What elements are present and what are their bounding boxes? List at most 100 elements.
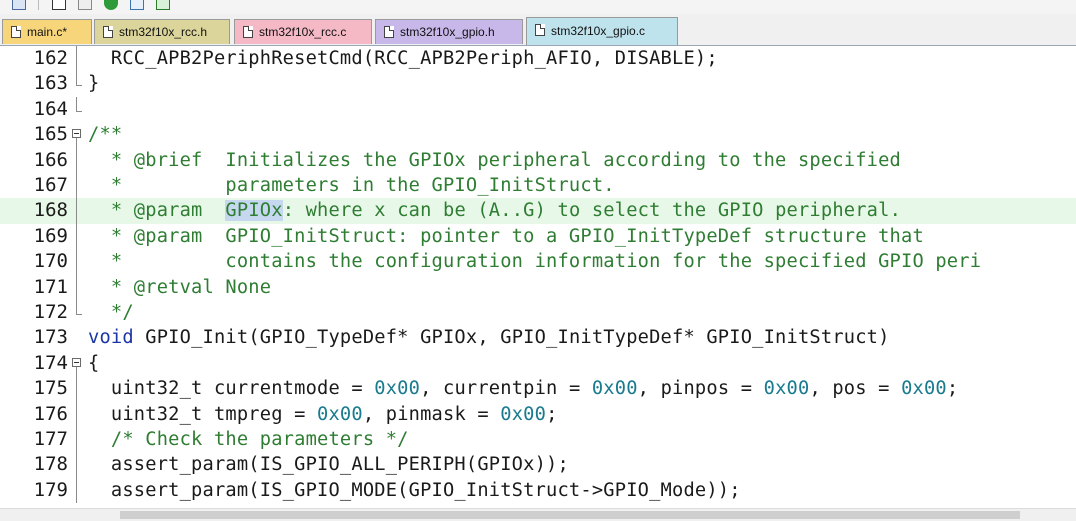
- fold-gutter: [72, 223, 84, 250]
- code-line[interactable]: 179 assert_param(IS_GPIO_MODE(GPIO_InitS…: [0, 477, 1076, 504]
- number-literal: 0x00: [591, 378, 638, 400]
- tab-stm32f10x-rcc-c[interactable]: stm32f10x_rcc.c: [234, 19, 372, 44]
- code-line[interactable]: 175 uint32_t currentmode = 0x00, current…: [0, 376, 1076, 402]
- toolbar-check-icon[interactable]: [156, 0, 170, 10]
- code-segment: ;: [946, 378, 959, 400]
- code-editor[interactable]: 162 RCC_APB2PeriphResetCmd(RCC_APB2Perip…: [0, 46, 1076, 520]
- fold-collapse-button[interactable]: [72, 351, 84, 377]
- fold-gutter: [72, 147, 84, 173]
- code-segment: uint32_t currentmode =: [88, 378, 375, 400]
- file-icon: [535, 24, 545, 36]
- fold-gutter: [72, 274, 84, 300]
- line-number: 178: [33, 453, 68, 476]
- code-text: * @param GPIO_InitStruct: pointer to a G…: [88, 225, 924, 247]
- code-text: }: [88, 73, 100, 95]
- code-line[interactable]: 169 * @param GPIO_InitStruct: pointer to…: [0, 223, 1076, 250]
- code-text: * @retval None: [88, 276, 272, 298]
- code-text: /**: [88, 124, 123, 146]
- line-number: 179: [33, 478, 68, 501]
- code-line[interactable]: 177 /* Check the parameters */: [0, 427, 1076, 453]
- code-text: uint32_t tmpreg = 0x00, pinmask = 0x00;: [88, 402, 558, 427]
- fold-gutter: [72, 71, 84, 96]
- tab-label: stm32f10x_gpio.h: [400, 25, 495, 39]
- line-number: 163: [33, 72, 68, 95]
- line-number: 165: [33, 123, 68, 146]
- fold-gutter: [72, 427, 84, 453]
- code-line[interactable]: 166 * @brief Initializes the GPIOx perip…: [0, 147, 1076, 173]
- tab-label: main.c*: [27, 25, 68, 39]
- line-number: 164: [33, 97, 68, 120]
- keyword: void: [88, 327, 134, 349]
- code-line[interactable]: 171 * @retval None: [0, 274, 1076, 300]
- toolbar-layout-icon[interactable]: [78, 0, 92, 10]
- tab-label: stm32f10x_rcc.h: [119, 25, 208, 39]
- file-icon: [243, 26, 253, 38]
- file-tab-bar: main.c* stm32f10x_rcc.h stm32f10x_rcc.c …: [0, 14, 1076, 46]
- minus-icon[interactable]: [72, 129, 81, 139]
- tab-main-c[interactable]: main.c*: [2, 19, 92, 44]
- code-text-rest: GPIO_Init(GPIO_TypeDef* GPIOx, GPIO_Init…: [133, 327, 890, 349]
- code-line[interactable]: 178 assert_param(IS_GPIO_ALL_PERIPH(GPIO…: [0, 452, 1076, 478]
- code-text: * @brief Initializes the GPIOx periphera…: [88, 149, 902, 171]
- tab-stm32f10x-rcc-h[interactable]: stm32f10x_rcc.h: [94, 19, 230, 44]
- fold-gutter: [72, 46, 84, 72]
- line-number: 166: [33, 148, 68, 171]
- fold-gutter: [72, 249, 84, 275]
- number-literal: 0x00: [374, 378, 421, 400]
- code-line[interactable]: 167 * parameters in the GPIO_InitStruct.: [0, 173, 1076, 199]
- selected-text[interactable]: GPIOx: [225, 200, 283, 222]
- fold-gutter: [72, 452, 84, 478]
- code-text: * parameters in the GPIO_InitStruct.: [88, 175, 615, 196]
- line-number: 175: [33, 377, 68, 400]
- line-number: 171: [33, 275, 68, 298]
- code-line[interactable]: 174 {: [0, 351, 1076, 377]
- tab-stm32f10x-gpio-h[interactable]: stm32f10x_gpio.h: [375, 19, 523, 44]
- horizontal-scrollbar[interactable]: [0, 508, 1076, 521]
- code-text-before: * @param: [88, 200, 226, 222]
- file-icon: [384, 26, 394, 38]
- number-literal: 0x00: [500, 403, 547, 425]
- toolbar-download-icon[interactable]: [104, 0, 118, 10]
- code-line-current[interactable]: 168 * @param GPIOx: where x can be (A..G…: [0, 198, 1076, 224]
- code-line[interactable]: 172 */: [0, 300, 1076, 325]
- code-line[interactable]: 165 /**: [0, 122, 1076, 149]
- code-text: /* Check the parameters */: [88, 429, 409, 450]
- code-line[interactable]: 176 uint32_t tmpreg = 0x00, pinmask = 0x…: [0, 401, 1076, 427]
- toolbar-tool-icon[interactable]: [12, 0, 26, 10]
- tab-label: stm32f10x_gpio.c: [551, 24, 646, 38]
- number-literal: 0x00: [763, 378, 810, 400]
- number-literal: 0x00: [317, 403, 363, 425]
- code-segment: , pos =: [809, 378, 902, 400]
- code-segment: , pinpos =: [637, 378, 764, 400]
- line-number: 170: [33, 250, 68, 273]
- code-line[interactable]: 164: [0, 96, 1076, 122]
- fold-gutter: [72, 173, 84, 199]
- line-number: 162: [33, 47, 68, 69]
- line-number: 168: [33, 199, 68, 222]
- line-number: 174: [33, 351, 68, 374]
- tab-label: stm32f10x_rcc.c: [259, 25, 347, 39]
- code-line[interactable]: 163 }: [0, 71, 1076, 96]
- line-number: 172: [33, 301, 68, 323]
- tab-stm32f10x-gpio-c[interactable]: stm32f10x_gpio.c: [526, 17, 678, 45]
- file-icon: [103, 26, 113, 38]
- code-text: {: [88, 352, 100, 374]
- code-text: * @param GPIOx: where x can be (A..G) to…: [88, 198, 901, 223]
- fold-gutter: [72, 401, 84, 427]
- toolbar-window-icon[interactable]: [52, 0, 66, 10]
- code-line[interactable]: 173 void GPIO_Init(GPIO_TypeDef* GPIOx, …: [0, 325, 1076, 350]
- fold-collapse-button[interactable]: [72, 122, 84, 149]
- fold-gutter: [72, 96, 84, 122]
- code-text: assert_param(IS_GPIO_ALL_PERIPH(GPIOx));: [88, 454, 569, 476]
- scrollbar-thumb[interactable]: [120, 511, 1020, 519]
- code-line[interactable]: 170 * contains the configuration informa…: [0, 249, 1076, 275]
- code-line[interactable]: 162 RCC_APB2PeriphResetCmd(RCC_APB2Perip…: [0, 46, 1076, 72]
- minus-icon[interactable]: [72, 357, 81, 367]
- number-literal: 0x00: [901, 378, 947, 400]
- line-number: 169: [33, 224, 68, 247]
- code-segment: ;: [546, 403, 558, 425]
- code-text: */: [88, 302, 134, 323]
- fold-gutter: [72, 300, 84, 325]
- toolbar-filter-icon[interactable]: [130, 0, 144, 10]
- code-segment: , pinmask =: [362, 403, 501, 425]
